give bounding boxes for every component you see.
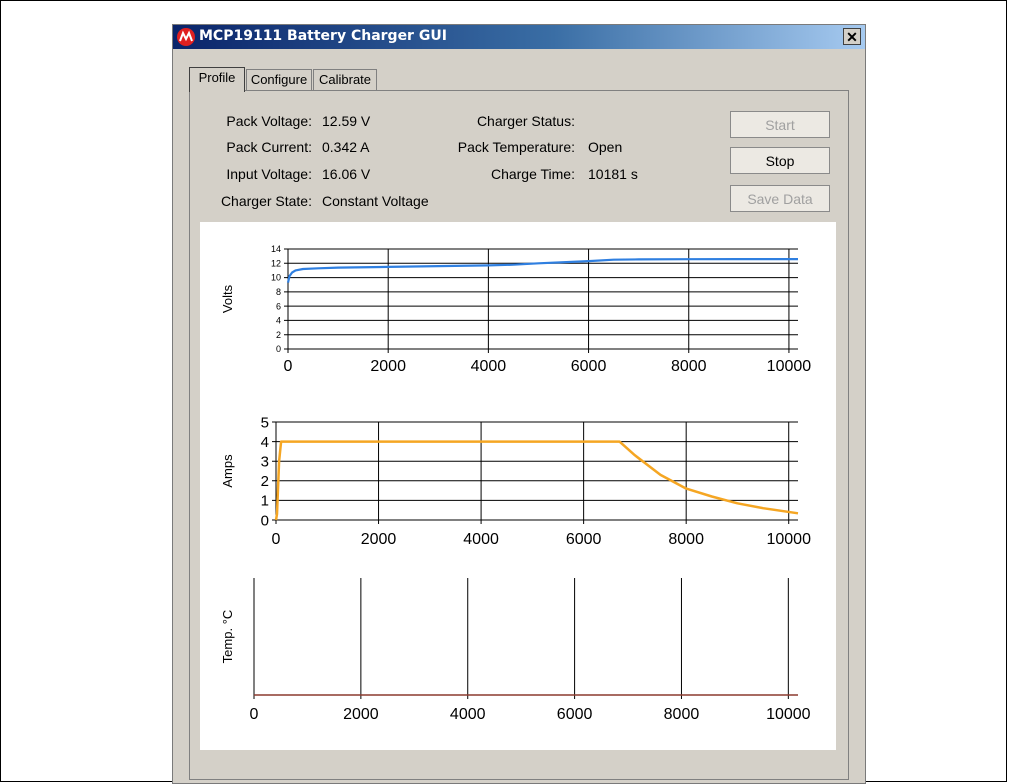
pack-voltage-value: 12.59 V bbox=[322, 113, 371, 129]
volts-x-tick-label: 10000 bbox=[767, 358, 812, 375]
volts-x-tick-label: 6000 bbox=[571, 358, 607, 375]
charger-status-label: Charger Status: bbox=[476, 113, 575, 129]
volts-y-tick-label: 0 bbox=[276, 344, 281, 354]
temp-x-tick-label: 6000 bbox=[557, 706, 593, 723]
temp-x-tick-label: 4000 bbox=[450, 706, 486, 723]
amps-y-axis-label: Amps bbox=[220, 454, 235, 488]
charge-time-value: 10181 s bbox=[588, 166, 638, 182]
volts-y-tick-label: 6 bbox=[276, 301, 281, 311]
microchip-logo-icon bbox=[177, 28, 195, 46]
input-voltage-label: Input Voltage: bbox=[226, 166, 312, 182]
pack-voltage-label: Pack Voltage: bbox=[226, 113, 312, 129]
pack-temperature-label: Pack Temperature: bbox=[457, 139, 575, 155]
volts-y-tick-label: 10 bbox=[271, 273, 281, 283]
charts-svg: 024681012140 2000 4000 6000 8000 10000Volts01… bbox=[220, 244, 812, 723]
volts-x-tick-label: 0 bbox=[284, 358, 293, 375]
input-voltage-value: 16.06 V bbox=[322, 166, 371, 182]
amps-y-tick-label: 5 bbox=[261, 414, 269, 431]
amps-x-tick-label: 10000 bbox=[766, 531, 811, 548]
close-icon: ✕ bbox=[846, 28, 858, 45]
charge-time-label: Charge Time: bbox=[490, 166, 575, 182]
amps-y-tick-label: 2 bbox=[261, 473, 269, 490]
volts-y-axis-label: Volts bbox=[220, 284, 235, 313]
volts-y-tick-label: 14 bbox=[271, 244, 281, 254]
close-button[interactable]: ✕ bbox=[843, 28, 861, 45]
amps-x-tick-label: 2000 bbox=[361, 531, 397, 548]
volts-y-tick-label: 2 bbox=[276, 330, 281, 340]
volts-x-tick-label: 2000 bbox=[370, 358, 406, 375]
charger-state-value: Constant Voltage bbox=[322, 193, 429, 209]
start-button[interactable]: Start bbox=[730, 111, 830, 138]
volts-y-tick-label: 4 bbox=[276, 316, 281, 326]
temp-y-axis-label: Temp. °C bbox=[220, 610, 235, 664]
tab-profile[interactable]: Profile bbox=[189, 67, 245, 92]
window-title: MCP19111 Battery Charger GUI bbox=[199, 28, 447, 44]
amps-x-tick-label: 0 bbox=[272, 531, 281, 548]
temp-x-tick-label: 2000 bbox=[343, 706, 379, 723]
volts-y-tick-label: 8 bbox=[276, 287, 281, 297]
charger-state-label: Charger State: bbox=[220, 193, 312, 209]
volts-series-line bbox=[286, 257, 798, 283]
amps-y-tick-label: 3 bbox=[261, 453, 269, 470]
volts-y-tick-label: 12 bbox=[271, 258, 281, 268]
amps-y-tick-label: 1 bbox=[261, 493, 269, 510]
pack-current-label: Pack Current: bbox=[226, 139, 312, 155]
volts-x-tick-label: 4000 bbox=[471, 358, 507, 375]
temp-x-tick-label: 0 bbox=[250, 706, 259, 723]
save-data-button[interactable]: Save Data bbox=[730, 185, 830, 212]
pack-current-value: 0.342 A bbox=[322, 139, 370, 155]
volts-x-tick-label: 8000 bbox=[671, 358, 707, 375]
pack-temperature-value: Open bbox=[588, 139, 623, 155]
amps-y-tick-label: 0 bbox=[261, 512, 269, 529]
tab-configure[interactable]: Configure bbox=[246, 69, 312, 91]
amps-x-tick-label: 6000 bbox=[566, 531, 602, 548]
temp-x-tick-label: 10000 bbox=[766, 706, 811, 723]
temp-x-tick-label: 8000 bbox=[664, 706, 700, 723]
amps-x-tick-label: 4000 bbox=[463, 531, 499, 548]
amps-x-tick-label: 8000 bbox=[668, 531, 704, 548]
stop-button[interactable]: Stop bbox=[730, 147, 830, 174]
title-bar[interactable]: MCP19111 Battery Charger GUI ✕ bbox=[173, 25, 865, 49]
charts-area: 0 2 4 6 8 10 12 14 0 2000 4000 6000 8000 10000 Volts 0 1… bbox=[200, 222, 836, 750]
tab-calibrate[interactable]: Calibrate bbox=[313, 69, 377, 91]
amps-y-tick-label: 4 bbox=[261, 434, 269, 451]
